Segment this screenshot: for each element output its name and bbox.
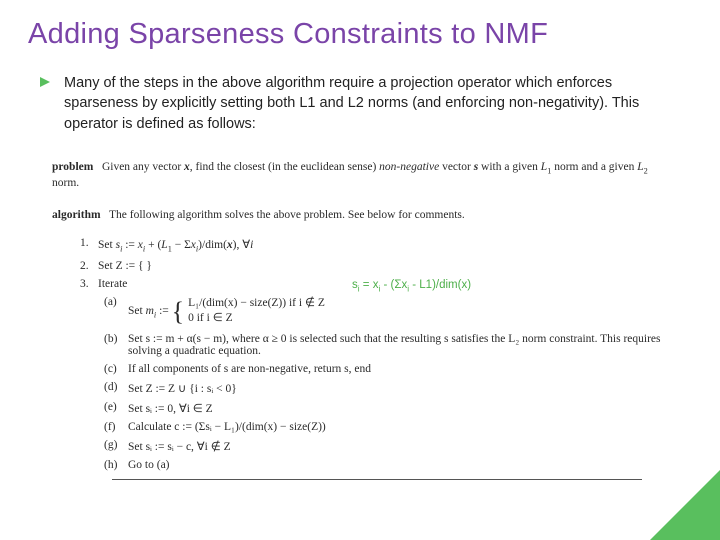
substeps-list: (a) Set mi := { L₁/(dim(x) − size(Z)) if… <box>104 296 668 471</box>
bullet-text: Many of the steps in the above algorithm… <box>64 73 682 134</box>
bullet-icon <box>38 75 52 89</box>
sub-f-text: Calculate c := (Σsᵢ − L₁)/(dim(x) − size… <box>128 421 326 433</box>
substep-a: (a) Set mi := { L₁/(dim(x) − size(Z)) if… <box>104 296 668 327</box>
step-1: 1. Set si := xi + (L1 − Σxi)/dim(x), ∀i <box>80 237 668 253</box>
problem-text-e: norm and a given <box>551 161 637 173</box>
sub-a-mi: m <box>146 305 154 317</box>
problem-nn: non-negative <box>379 161 439 173</box>
sub-e-text: Set sᵢ := 0, ∀i ∈ Z <box>128 403 213 415</box>
problem-text-c: vector <box>439 161 473 173</box>
sub-a-case1: L₁/(dim(x) − size(Z)) if i ∉ Z <box>188 296 325 312</box>
sub-h-text: Go to (a) <box>128 459 170 471</box>
step-num-2: 2. <box>80 260 89 272</box>
substep-letter-f: (f) <box>104 421 116 433</box>
step-num-3: 3. <box>80 278 89 290</box>
substep-letter-b: (b) <box>104 333 117 345</box>
problem-text-b: , find the closest (in the euclidean sen… <box>190 161 379 173</box>
corner-accent-icon <box>650 470 720 540</box>
sub-a-pre: Set <box>128 305 146 317</box>
problem-line: problem Given any vector x, find the clo… <box>52 160 668 192</box>
substep-letter-d: (d) <box>104 381 117 393</box>
slide-title: Adding Sparseness Constraints to NMF <box>28 18 692 51</box>
annotation-formula: si = xi - (Σxi - L1)/dim(x) <box>352 279 471 293</box>
step1-foralli: i <box>250 239 253 251</box>
sub-d-text: Set Z := Z ∪ {i : sᵢ < 0} <box>128 383 237 395</box>
substep-letter-g: (g) <box>104 439 117 451</box>
algo-label: algorithm <box>52 209 101 221</box>
sub-a-case2: 0 if i ∈ Z <box>188 311 325 327</box>
ann-eq: = x <box>360 279 379 291</box>
substep-b: (b) Set s := m + α(s − m), where α ≥ 0 i… <box>104 333 668 357</box>
step1-close: )/dim( <box>198 239 227 251</box>
algorithm-block: problem Given any vector x, find the clo… <box>52 160 668 480</box>
bullet-item: Many of the steps in the above algorithm… <box>38 73 682 134</box>
substep-c: (c) If all components of s are non-negat… <box>104 363 668 375</box>
problem-text-f: norm. <box>52 177 79 189</box>
step-num-1: 1. <box>80 237 89 249</box>
ann-tail: - L1)/dim(x) <box>409 279 471 291</box>
sub-g-text: Set sᵢ := sᵢ − c, ∀i ∉ Z <box>128 441 231 453</box>
ann-rest: - (Σx <box>380 279 407 291</box>
step2-text: Set Z := { } <box>98 260 152 272</box>
slide: Adding Sparseness Constraints to NMF Man… <box>0 0 720 540</box>
substep-e: (e) Set sᵢ := 0, ∀i ∈ Z <box>104 401 668 415</box>
substep-d: (d) Set Z := Z ∪ {i : sᵢ < 0} <box>104 381 668 395</box>
substep-letter-c: (c) <box>104 363 117 375</box>
substep-f: (f) Calculate c := (Σsᵢ − L₁)/(dim(x) − … <box>104 421 668 433</box>
substep-letter-e: (e) <box>104 401 117 413</box>
substep-letter-h: (h) <box>104 459 117 471</box>
algorithm-line: algorithm The following algorithm solves… <box>52 208 668 224</box>
problem-label: problem <box>52 161 93 173</box>
left-brace-icon: { <box>172 300 184 323</box>
problem-L2b: 2 <box>644 166 648 175</box>
step3-text: Iterate <box>98 278 127 290</box>
step1-pre: Set <box>98 239 116 251</box>
substep-g: (g) Set sᵢ := sᵢ − c, ∀i ∉ Z <box>104 439 668 453</box>
algo-text: The following algorithm solves the above… <box>109 209 465 221</box>
step-2: 2. Set Z := { } <box>80 260 668 272</box>
step1-assign: := <box>122 239 137 251</box>
sub-a-assign: := <box>156 305 171 317</box>
substep-h: (h) Go to (a) <box>104 459 668 471</box>
step1-plus: + ( <box>145 239 161 251</box>
brace-cases: { L₁/(dim(x) − size(Z)) if i ∉ Z 0 if i … <box>172 296 325 327</box>
substep-letter-a: (a) <box>104 296 117 308</box>
divider <box>112 479 642 480</box>
step1-minus: − Σ <box>172 239 191 251</box>
problem-text-a: Given any vector <box>102 161 184 173</box>
sub-b-text: Set s := m + α(s − m), where α ≥ 0 is se… <box>128 333 661 357</box>
sub-c-text: If all components of s are non-negative,… <box>128 363 371 375</box>
step1-end: ), ∀ <box>233 239 250 251</box>
problem-text-d: with a given <box>478 161 541 173</box>
